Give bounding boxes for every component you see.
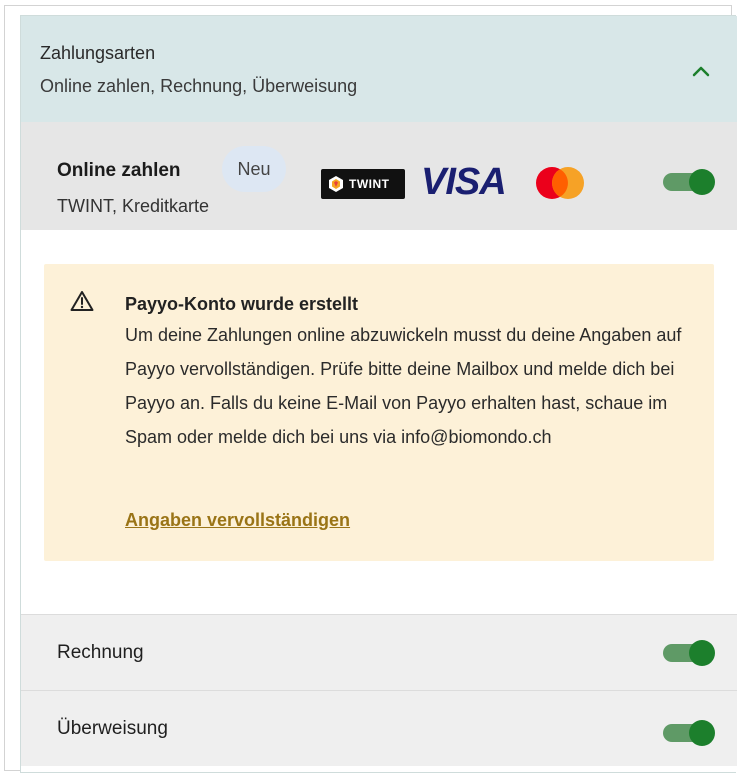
method-label: Überweisung <box>57 718 168 739</box>
alert-title: Payyo-Konto wurde erstellt <box>125 294 359 314</box>
twint-mark-icon <box>329 176 343 192</box>
method-row-rechnung: Rechnung <box>21 614 737 690</box>
twint-logo: TWINT <box>321 169 405 199</box>
online-payment-subtitle: TWINT, Kreditkarte <box>57 196 210 216</box>
rechnung-toggle[interactable] <box>663 639 715 667</box>
online-payment-title: Online zahlen <box>57 160 181 181</box>
mastercard-logo-icon <box>536 167 584 199</box>
warning-icon <box>70 291 94 311</box>
chevron-up-icon[interactable] <box>689 62 713 80</box>
ueberweisung-toggle[interactable] <box>663 719 715 747</box>
method-label: Rechnung <box>57 642 144 663</box>
payment-methods-header[interactable]: Zahlungsarten Online zahlen, Rechnung, Ü… <box>21 16 737 122</box>
alert-body: Um deine Zahlungen online abzuwickeln mu… <box>125 325 682 447</box>
payment-methods-panel: Zahlungsarten Online zahlen, Rechnung, Ü… <box>20 15 737 773</box>
online-payment-row: Online zahlen Neu TWINT, Kreditkarte TWI… <box>21 122 737 230</box>
section-title: Zahlungsarten <box>40 43 156 63</box>
new-badge: Neu <box>222 146 286 192</box>
online-payment-toggle[interactable] <box>663 168 715 196</box>
toggle-knob <box>689 640 715 666</box>
method-row-ueberweisung: Überweisung <box>21 690 737 766</box>
complete-details-link[interactable]: Angaben vervollständigen <box>125 510 350 531</box>
payyo-alert: Payyo-Konto wurde erstellt Um deine Zahl… <box>44 264 714 561</box>
toggle-knob <box>689 169 715 195</box>
toggle-knob <box>689 720 715 746</box>
visa-logo: VISA <box>421 161 507 203</box>
twint-wordmark: TWINT <box>349 177 390 191</box>
section-subtitle: Online zahlen, Rechnung, Überweisung <box>40 76 358 96</box>
